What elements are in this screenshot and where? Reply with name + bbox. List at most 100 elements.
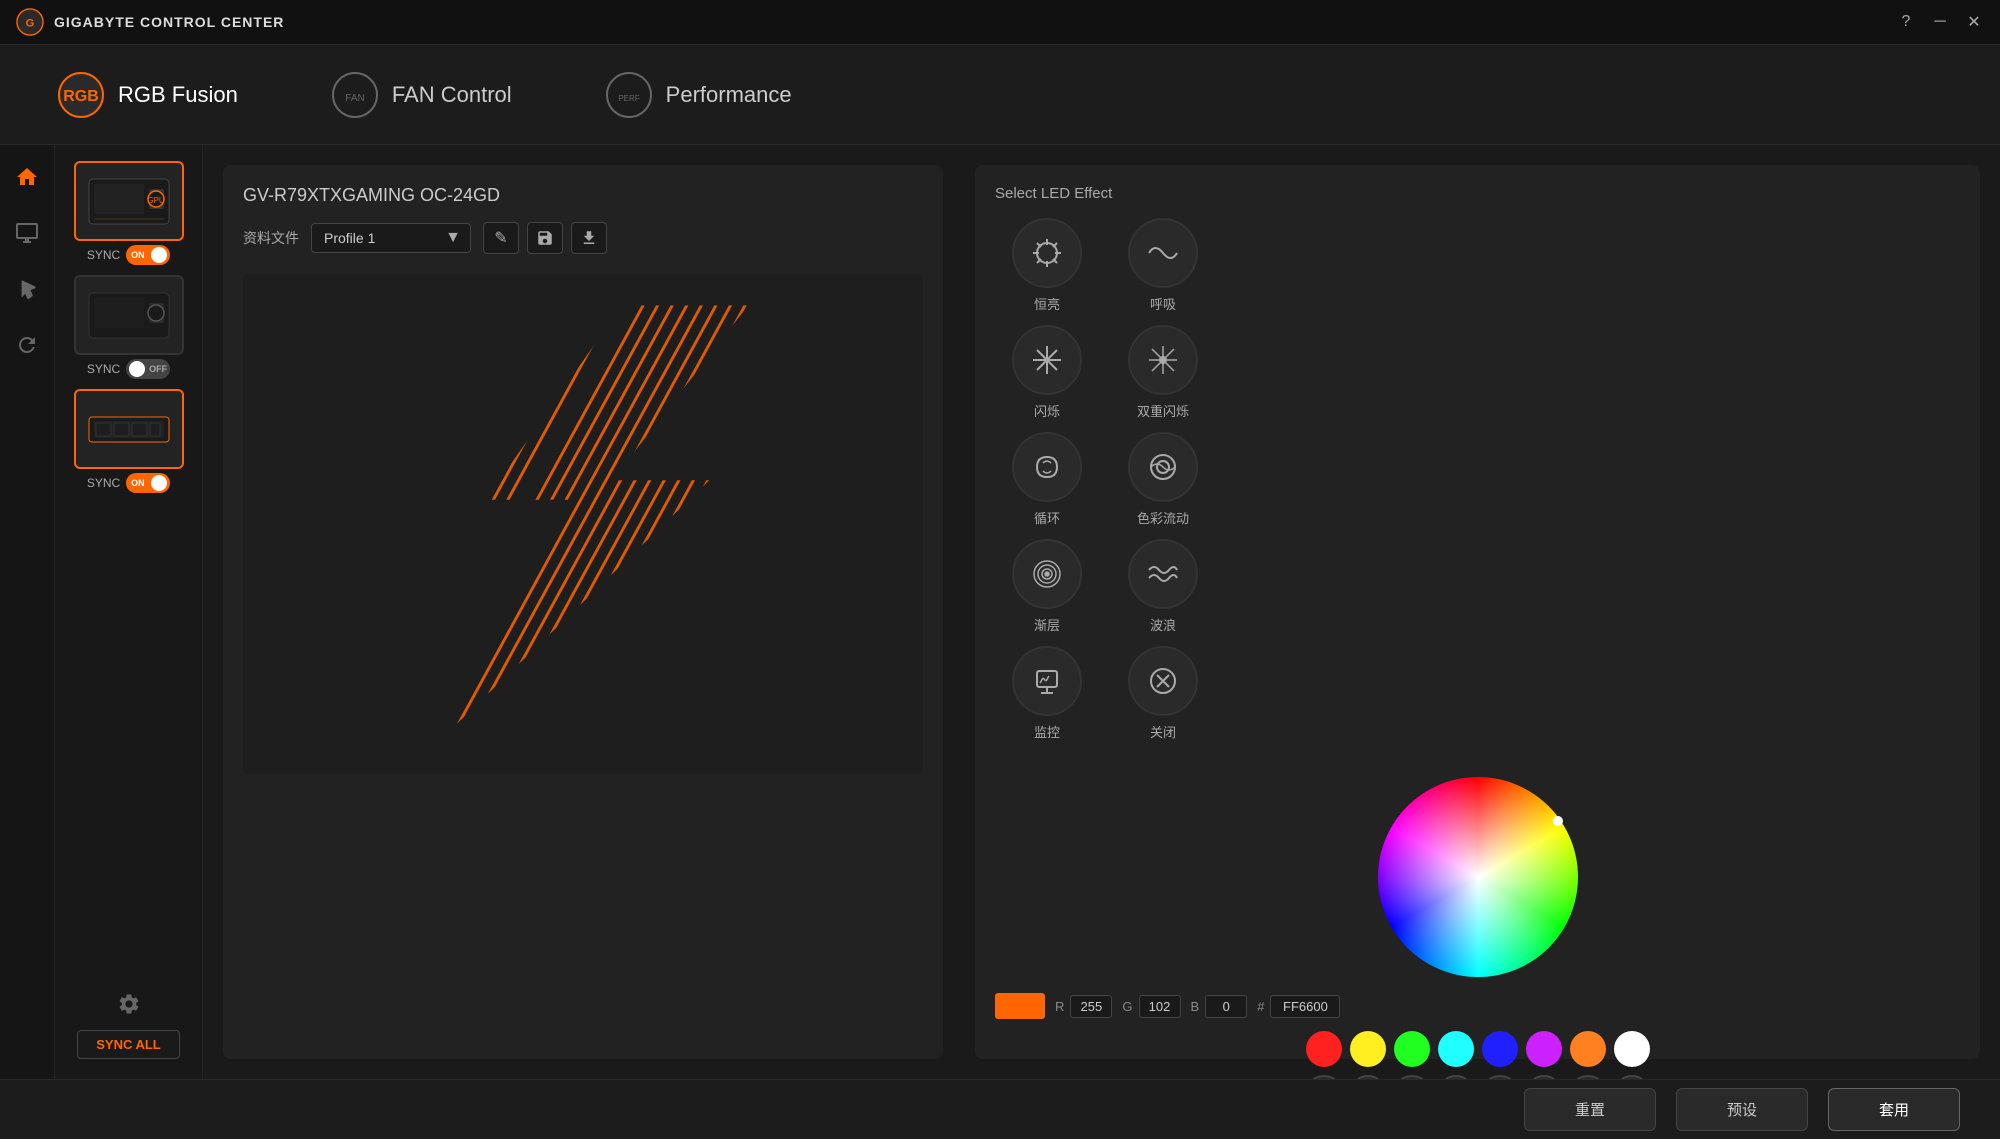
swatch-custom-3[interactable]: [1394, 1075, 1430, 1079]
title-bar-left: G GIGABYTE CONTROL CENTER: [16, 8, 284, 36]
profile-save-button[interactable]: [527, 222, 563, 254]
color-swatches-row1: [1306, 1031, 1650, 1067]
profile-row: 资料文件 Profile 1 Profile 2 Profile 3 ▼ ✎: [243, 222, 923, 254]
color-wheel[interactable]: [1378, 777, 1578, 977]
svg-text:G: G: [26, 18, 35, 30]
reset-button[interactable]: 重置: [1524, 1088, 1656, 1131]
nav-fan-label: FAN Control: [392, 82, 512, 108]
nav-item-rgb-fusion[interactable]: RGB RGB Fusion: [40, 62, 254, 128]
swatch-white[interactable]: [1614, 1031, 1650, 1067]
toggle-1[interactable]: ON: [126, 245, 170, 265]
effect-flash-icon: [1012, 325, 1082, 395]
minimize-button[interactable]: ─: [1930, 12, 1950, 32]
swatch-custom-5[interactable]: [1482, 1075, 1518, 1079]
swatch-custom-1[interactable]: [1306, 1075, 1342, 1079]
effect-cycle[interactable]: 循环: [995, 432, 1099, 527]
swatch-custom-4[interactable]: [1438, 1075, 1474, 1079]
swatch-custom-6[interactable]: [1526, 1075, 1562, 1079]
profile-export-button[interactable]: [571, 222, 607, 254]
svg-text:FAN: FAN: [345, 93, 364, 104]
nav-performance-label: Performance: [666, 82, 792, 108]
left-nav-icons: [0, 145, 55, 1079]
svg-text:RGB: RGB: [63, 88, 99, 105]
effect-gradient-label: 渐层: [1034, 615, 1060, 634]
swatch-custom-2[interactable]: [1350, 1075, 1386, 1079]
effect-double-flash-label: 双重闪烁: [1137, 401, 1189, 420]
swatch-custom-8[interactable]: [1614, 1075, 1650, 1079]
gpu-visualization: [243, 274, 923, 774]
sync-all-button[interactable]: SYNC ALL: [77, 1030, 180, 1059]
nav-bar: RGB RGB Fusion FAN FAN Control PERF Perf…: [0, 45, 2000, 145]
gigabyte-logo-icon: G: [16, 8, 44, 36]
settings-icon[interactable]: [117, 992, 141, 1022]
g-label: G: [1122, 999, 1132, 1014]
g-input[interactable]: [1139, 995, 1181, 1018]
nav-monitor-icon[interactable]: [11, 217, 43, 249]
hex-input[interactable]: [1270, 995, 1340, 1018]
nav-item-performance[interactable]: PERF Performance: [588, 62, 808, 128]
device-thumb-3[interactable]: [74, 389, 184, 469]
b-input[interactable]: [1205, 995, 1247, 1018]
device-thumb-2[interactable]: [74, 275, 184, 355]
nav-cursor-icon[interactable]: [11, 273, 43, 305]
effect-breathing[interactable]: 呼吸: [1111, 218, 1215, 313]
effect-wave-label: 波浪: [1150, 615, 1176, 634]
gpu-art-svg: [243, 274, 923, 774]
color-swatches-row2: [1306, 1075, 1650, 1079]
profile-select[interactable]: Profile 1 Profile 2 Profile 3: [311, 223, 471, 253]
help-button[interactable]: ?: [1896, 12, 1916, 32]
device-2: SYNC OFF: [74, 275, 184, 379]
swatch-yellow[interactable]: [1350, 1031, 1386, 1067]
swatch-custom-7[interactable]: [1570, 1075, 1606, 1079]
effect-double-flash[interactable]: 双重闪烁: [1111, 325, 1215, 420]
devices-sidebar: GPU SYNC ON: [55, 145, 203, 1079]
b-label: B: [1191, 999, 1200, 1014]
color-wheel-indicator: [1553, 816, 1563, 826]
effect-breathing-icon: [1128, 218, 1198, 288]
swatch-red[interactable]: [1306, 1031, 1342, 1067]
swatch-orange[interactable]: [1570, 1031, 1606, 1067]
toggle-2[interactable]: OFF: [126, 359, 170, 379]
nav-item-fan-control[interactable]: FAN FAN Control: [314, 62, 528, 128]
effect-gradient[interactable]: 渐层: [995, 539, 1099, 634]
effect-monitor[interactable]: 监控: [995, 646, 1099, 741]
close-button[interactable]: ✕: [1964, 12, 1984, 32]
swatch-green[interactable]: [1394, 1031, 1430, 1067]
effects-column: Select LED Effect 恒亮 呼吸: [995, 185, 1215, 757]
nav-home-icon[interactable]: [11, 161, 43, 193]
nav-refresh-icon[interactable]: [11, 329, 43, 361]
sync-label-1: SYNC: [87, 248, 120, 262]
r-input[interactable]: [1070, 995, 1112, 1018]
apply-button[interactable]: 套用: [1828, 1088, 1960, 1131]
effect-constant[interactable]: 恒亮: [995, 218, 1099, 313]
effect-constant-label: 恒亮: [1034, 294, 1060, 313]
effect-constant-icon: [1012, 218, 1082, 288]
swatch-purple[interactable]: [1526, 1031, 1562, 1067]
effect-monitor-label: 监控: [1034, 722, 1060, 741]
effects-grid: 恒亮 呼吸 闪烁: [995, 218, 1215, 741]
main-wrapper: GPU SYNC ON: [0, 145, 2000, 1079]
effect-flash[interactable]: 闪烁: [995, 325, 1099, 420]
sync-row-3: SYNC ON: [87, 473, 170, 493]
swatch-blue[interactable]: [1482, 1031, 1518, 1067]
device-3: SYNC ON: [74, 389, 184, 493]
swatch-cyan[interactable]: [1438, 1031, 1474, 1067]
effect-wave[interactable]: 波浪: [1111, 539, 1215, 634]
effect-off[interactable]: 关闭: [1111, 646, 1215, 741]
profile-edit-button[interactable]: ✎: [483, 222, 519, 254]
svg-text:GPU: GPU: [147, 196, 165, 205]
sync-label-2: SYNC: [87, 362, 120, 376]
sync-row-1: SYNC ON: [87, 245, 170, 265]
nav-rgb-fusion-label: RGB Fusion: [118, 82, 238, 108]
effect-double-flash-icon: [1128, 325, 1198, 395]
sync-label-3: SYNC: [87, 476, 120, 490]
profile-select-wrapper: Profile 1 Profile 2 Profile 3 ▼: [311, 223, 471, 253]
preset-button[interactable]: 预设: [1676, 1088, 1808, 1131]
toggle-3[interactable]: ON: [126, 473, 170, 493]
fan-control-icon: FAN: [330, 70, 380, 120]
effect-cycle-icon: [1012, 432, 1082, 502]
device-thumb-1[interactable]: GPU: [74, 161, 184, 241]
color-preview: [995, 993, 1045, 1019]
effect-color-flow[interactable]: 色彩流动: [1111, 432, 1215, 527]
title-bar-controls: ? ─ ✕: [1896, 12, 1984, 32]
